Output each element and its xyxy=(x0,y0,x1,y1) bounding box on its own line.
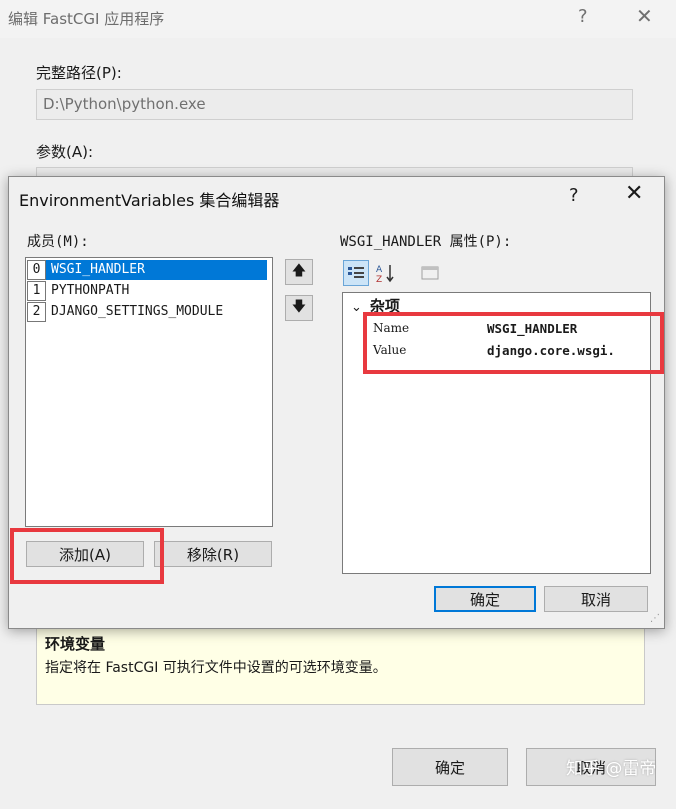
help-icon[interactable]: ? xyxy=(569,185,579,206)
fastcgi-ok-button[interactable]: 确定 xyxy=(392,748,508,786)
svg-text:A: A xyxy=(376,265,383,275)
move-down-button[interactable]: 🡇 xyxy=(285,295,313,321)
cancel-button[interactable]: 取消 xyxy=(544,586,648,612)
move-up-button[interactable]: 🡅 xyxy=(285,259,313,285)
annotation-highlight-add xyxy=(10,528,164,584)
members-list[interactable]: 0 WSGI_HANDLER 1 PYTHONPATH 2 DJANGO_SET… xyxy=(25,257,273,527)
arguments-label: 参数(A): xyxy=(36,143,94,161)
member-name: WSGI_HANDLER xyxy=(46,259,267,280)
chevron-down-icon[interactable]: ⌄ xyxy=(351,300,362,315)
categorized-view-icon[interactable] xyxy=(343,260,369,286)
svg-text:Z: Z xyxy=(376,275,382,283)
close-icon[interactable]: ✕ xyxy=(625,181,643,206)
description-title: 环境变量 xyxy=(45,635,106,653)
close-icon[interactable]: ✕ xyxy=(636,4,653,28)
member-item[interactable]: 1 PYTHONPATH xyxy=(26,280,272,301)
member-item[interactable]: 2 DJANGO_SETTINGS_MODULE xyxy=(26,301,272,322)
description-panel: 环境变量 指定将在 FastCGI 可执行文件中设置的可选环境变量。 xyxy=(36,628,645,705)
member-index: 2 xyxy=(27,301,46,322)
resize-grip-icon[interactable]: ⋰ xyxy=(650,613,660,624)
fastcgi-title: 编辑 FastCGI 应用程序 xyxy=(8,10,165,28)
alphabetical-sort-icon[interactable]: AZ xyxy=(373,260,399,286)
editor-title: EnvironmentVariables 集合编辑器 xyxy=(19,191,280,210)
properties-label: WSGI_HANDLER 属性(P): xyxy=(340,234,512,250)
members-label: 成员(M): xyxy=(27,234,89,250)
member-index: 1 xyxy=(27,280,46,301)
member-item[interactable]: 0 WSGI_HANDLER xyxy=(26,259,272,280)
annotation-highlight-properties xyxy=(363,312,664,374)
arrow-up-icon: 🡅 xyxy=(291,263,307,279)
full-path-input[interactable]: D:\Python\python.exe xyxy=(36,89,633,120)
description-text: 指定将在 FastCGI 可执行文件中设置的可选环境变量。 xyxy=(45,660,387,676)
help-icon[interactable]: ? xyxy=(578,6,588,27)
property-pages-icon[interactable] xyxy=(417,260,443,286)
remove-button[interactable]: 移除(R) xyxy=(154,541,272,567)
member-index: 0 xyxy=(27,259,46,280)
arrow-down-icon: 🡇 xyxy=(291,299,307,315)
env-vars-editor-dialog: EnvironmentVariables 集合编辑器 ? ✕ 成员(M): 0 … xyxy=(8,176,665,629)
fastcgi-titlebar: 编辑 FastCGI 应用程序 ? ✕ xyxy=(0,0,676,38)
member-name: DJANGO_SETTINGS_MODULE xyxy=(51,304,224,319)
watermark: 知乎 @雷帝 xyxy=(566,759,657,779)
member-name: PYTHONPATH xyxy=(51,283,130,298)
ok-button[interactable]: 确定 xyxy=(434,586,536,612)
properties-toolbar: AZ xyxy=(343,260,453,286)
full-path-label: 完整路径(P): xyxy=(36,64,122,82)
